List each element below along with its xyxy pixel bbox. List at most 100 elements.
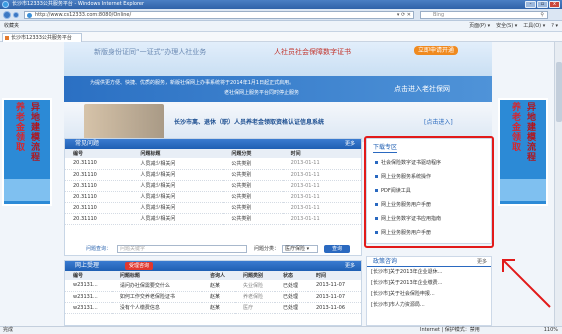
table-row[interactable]: w23131... 没有个人缴费信息 赵某 医疗 已处理 2013-11-06 [65, 302, 361, 314]
faq-cell-title[interactable]: 人员减少相关问 [132, 202, 224, 214]
online-cell-title[interactable]: 请问办社保需要交什么 [111, 280, 203, 292]
minimize-button[interactable]: - [525, 1, 536, 8]
tab-label: 长沙市12333公共服务平台 [11, 35, 72, 41]
online-cell-title[interactable]: 没有个人缴费信息 [111, 302, 203, 314]
close-button[interactable]: x [549, 1, 560, 8]
faq-col-time: 时间 [282, 149, 361, 158]
old-site-link[interactable]: 点击进入老社保网 [394, 84, 450, 94]
status-text: 完成 [3, 327, 14, 333]
query-type-label: 问题分类： [254, 246, 280, 252]
faq-more-link[interactable]: 更多 [345, 139, 355, 149]
online-cell-status: 已处理 [275, 291, 308, 303]
notice-banner: 为提供更方便、快捷、优质的服务，新版社保网上办事系统将于2014年1月1日起正式… [64, 76, 492, 102]
online-cell: w23131... [65, 280, 112, 292]
window-titlebar: 长沙市12333公共服务平台 - Windows Internet Explor… [0, 0, 562, 9]
scrollbar-thumb[interactable] [556, 62, 562, 122]
table-row[interactable]: w23131... 如何工作交养老保险证书 赵某 养老保险 已处理 2013-11-07 [65, 291, 361, 303]
refresh-icon[interactable]: ▾ ⟳ ✕ [397, 12, 411, 18]
policy-more-link[interactable]: 更多 [477, 257, 487, 267]
policy-title: 政策咨询 [373, 258, 398, 265]
side-left-image [4, 179, 50, 201]
online-title: 网上受理 [75, 262, 100, 269]
window-controls: - ▫ x [525, 1, 560, 8]
tab-current[interactable]: 长沙市12333公共服务平台 [2, 33, 82, 42]
faq-cell-title[interactable]: 人员减少相关问 [132, 191, 224, 203]
online-cell: 赵某 [202, 302, 235, 314]
url-text: http://www.cs12333.com:8080/Online/ [35, 12, 132, 18]
faq-cell-time: 2013-01-11 [282, 180, 361, 192]
faq-cell-time: 2013-01-11 [282, 191, 361, 203]
address-bar[interactable]: http://www.cs12333.com:8080/Online/ ▾ ⟳ … [24, 11, 414, 19]
policy-item[interactable]: [长沙市]市人力资源局... [367, 300, 491, 311]
faq-cell-type: 公共类别 [223, 202, 283, 214]
safety-menu[interactable]: 安全(S) ▾ [496, 21, 517, 32]
online-cell-status: 已处理 [275, 280, 308, 292]
arrow-icon [502, 259, 551, 308]
table-row[interactable]: 20.31110 人员减少相关问 公共类别 2013-01-11 [65, 213, 361, 225]
faq-cell-title[interactable]: 人员减少相关问 [132, 213, 224, 225]
faq-cell-type: 公共类别 [223, 180, 283, 192]
top-banner[interactable]: 新版身份证同“一证式”办理人社业务 人社员社会保障数字证书 立即申请开通 [64, 42, 492, 76]
side-ad-right[interactable]: 养老金领取 异地建模流程 [498, 98, 548, 206]
table-row[interactable]: 20.31110 人员减少相关问 公共类别 2013-01-11 [65, 169, 361, 181]
favorites-bar: 收藏夹 页面(P) ▾ 安全(S) ▾ 工具(O) ▾ ? ▾ [0, 21, 562, 32]
table-row[interactable]: 20.31110 人员减少相关问 公共类别 2013-01-11 [65, 202, 361, 214]
faq-col-title: 问题标题 [132, 149, 224, 158]
forward-button[interactable] [13, 12, 19, 18]
policy-item[interactable]: [长沙市]关于社会保险申报... [367, 289, 491, 300]
help-menu[interactable]: ? ▾ [551, 21, 558, 32]
tab-favicon [5, 36, 9, 40]
query-input[interactable]: 问题关键字 [117, 245, 247, 253]
query-button[interactable]: 查询 [324, 245, 350, 253]
policy-item[interactable]: [长沙市]关于2013年企业退休... [367, 267, 491, 278]
page-menu[interactable]: 页面(P) ▾ [469, 21, 490, 32]
table-row[interactable]: 20.31110 人员减少相关问 公共类别 2013-01-11 [65, 180, 361, 192]
consult-badge[interactable]: 受理咨询 [125, 262, 154, 270]
faq-cell-time: 2013-01-11 [282, 158, 361, 170]
zoom-level[interactable]: 110% [544, 327, 558, 334]
online-more-link[interactable]: 更多 [345, 261, 355, 271]
table-row[interactable]: 20.31110 人员减少相关问 公共类别 2013-01-11 [65, 191, 361, 203]
notice-text2: 老社保网上服务平台同时停止服务 [224, 90, 300, 96]
policy-header: 政策咨询 更多 [367, 257, 491, 267]
side-ad-left[interactable]: 养老金领取 异地建模流程 [2, 98, 52, 206]
query-type-select[interactable]: 医疗保险 ▾ [282, 245, 318, 253]
faq-cell-id: 20.31110 [65, 180, 133, 192]
maximize-button[interactable]: ▫ [537, 1, 548, 8]
policy-item[interactable]: [长沙市]关于2013年企业缴费... [367, 278, 491, 289]
back-button[interactable] [3, 11, 11, 19]
table-row[interactable]: 20.31110 人员减少相关问 公共类别 2013-01-11 [65, 158, 361, 170]
ie-logo-icon [2, 1, 9, 8]
online-cell: w23131... [65, 302, 112, 314]
seniors-image [84, 104, 164, 140]
notice-text: 为提供更方便、快捷、优质的服务，新版社保网上办事系统将于2014年1月1日起正式… [90, 80, 295, 86]
tools-menu[interactable]: 工具(O) ▾ [523, 21, 545, 32]
faq-cell-time: 2013-01-11 [282, 169, 361, 181]
faq-cell-title[interactable]: 人员减少相关问 [132, 158, 224, 170]
online-cell: 2013-11-07 [307, 291, 361, 303]
faq-col-id: 编号 [65, 149, 133, 158]
favorites-button[interactable]: 收藏夹 [4, 21, 19, 32]
online-cell-title[interactable]: 如何工作交养老保险证书 [111, 291, 203, 303]
search-input[interactable]: Bing ⚲ [420, 11, 548, 19]
apply-button[interactable]: 立即申请开通 [414, 46, 458, 55]
vertical-scrollbar[interactable] [554, 42, 562, 326]
faq-cell-title[interactable]: 人员减少相关问 [132, 180, 224, 192]
faq-cell-id: 20.31110 [65, 191, 133, 203]
faq-title: 常见问题 [75, 140, 100, 147]
online-cell-status: 已处理 [275, 302, 308, 314]
query-label: 问题查询： [86, 246, 112, 252]
side-right-col2: 异地建模流程 [525, 102, 535, 162]
side-left-col1: 养老金领取 [14, 102, 24, 152]
search-icon[interactable]: ⚲ [540, 12, 544, 18]
faq-cell-title[interactable]: 人员减少相关问 [132, 169, 224, 181]
online-header-row: 编号 问题标题 咨询人 问题类别 状态 时间 [65, 271, 361, 280]
faq-cell-id: 20.31110 [65, 158, 133, 170]
table-row[interactable]: w23131... 请问办社保需要交什么 赵某 失业保险 已处理 2013-11-07 [65, 280, 361, 292]
online-col-id: 编号 [65, 271, 112, 280]
faq-header-row: 编号 问题标题 问题分类 时间 [65, 149, 361, 158]
online-header: 网上受理 受理咨询 更多 [65, 261, 361, 271]
faq-cell-time: 2013-01-11 [282, 202, 361, 214]
pension-enter-link[interactable]: [点击进入] [424, 117, 453, 126]
online-cell: 养老保险 [234, 291, 276, 303]
